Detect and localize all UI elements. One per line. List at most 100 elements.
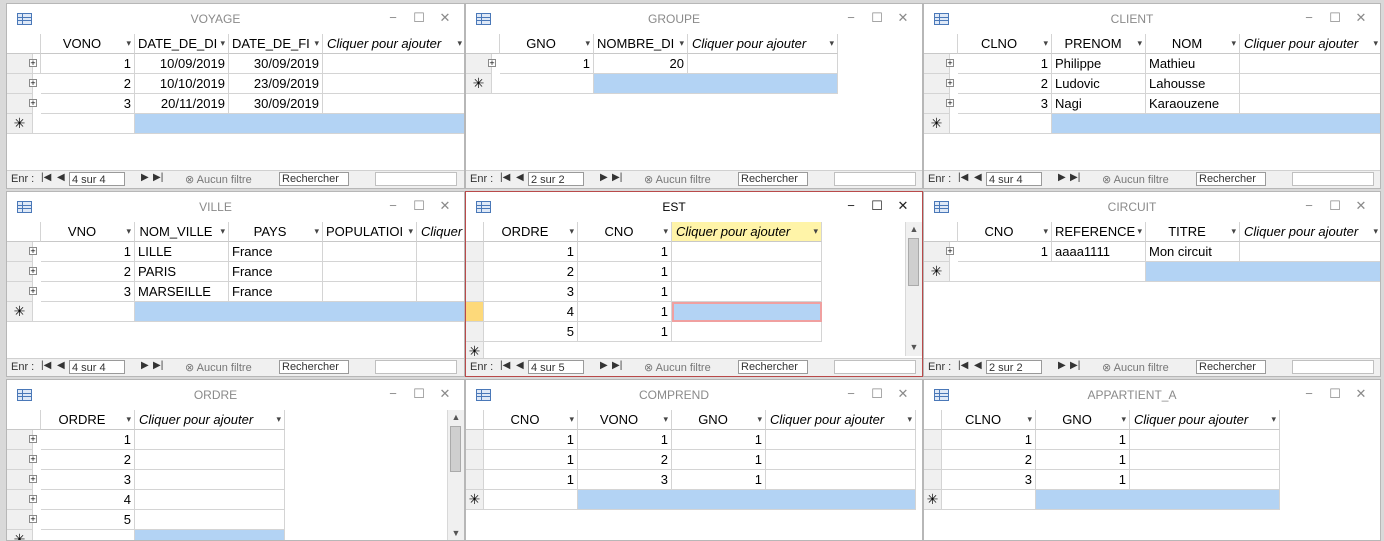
data-cell[interactable] [323,242,417,262]
client-window[interactable]: CLIENT − ☐ ✕ CLNO ▾ PRENOM ▾ NOM ▾ Cliquer po… [923,3,1381,189]
add-column-header[interactable]: Cliquer pour ajouter ▾ [766,410,916,430]
table-row[interactable]: + 1 aaaa1111 Mon circuit [924,242,1380,262]
dropdown-icon[interactable]: ▾ [1121,410,1126,429]
horizontal-scrollbar[interactable] [375,172,457,186]
ville-titlebar[interactable]: VILLE − ☐ ✕ [7,192,464,222]
select-all[interactable] [7,410,41,430]
scroll-thumb[interactable] [450,426,461,472]
row-selector[interactable] [924,450,942,470]
data-cell[interactable] [323,262,417,282]
data-cell[interactable]: 1 [578,430,672,450]
data-cell[interactable]: 1 [942,430,1036,450]
table-row[interactable]: + 1 [7,430,447,450]
vertical-scrollbar[interactable]: ▲ ▼ [905,222,922,356]
column-header[interactable]: ORDRE ▾ [484,222,578,242]
expand-icon[interactable]: + [946,247,954,256]
data-cell[interactable] [417,242,464,262]
maximize-icon[interactable]: ☐ [406,384,432,404]
next-record-button[interactable]: ▶ [600,172,608,183]
dropdown-icon[interactable]: ▾ [126,410,131,429]
add-column-header[interactable]: Cliquer pour ajouter ▾ [1240,222,1380,242]
ordre-window[interactable]: ORDRE − ☐ ✕ ORDRE ▾ Cliquer pour ajouter ▾ +… [6,379,465,541]
expand-icon[interactable]: + [29,435,37,444]
dropdown-icon[interactable]: ▾ [1271,410,1276,429]
add-column-header[interactable]: Cliquer pour ajouter ▾ [1240,34,1380,54]
table-row[interactable]: + 2 [7,450,447,470]
record-number-input[interactable]: 2 sur 2 [528,172,584,186]
close-icon[interactable]: ✕ [432,384,458,404]
new-record-row[interactable]: ✳ [924,114,1380,134]
prev-record-button[interactable]: ◀ [57,360,65,371]
close-icon[interactable]: ✕ [890,384,916,404]
data-cell[interactable] [135,510,285,530]
select-all[interactable] [7,222,41,242]
new-record-icon[interactable]: ✳ [466,490,484,510]
add-column-header[interactable]: Cliquer [417,222,464,242]
data-cell[interactable]: 3 [484,282,578,302]
current-row[interactable]: 4 1 [466,302,906,322]
column-header[interactable]: PRENOM ▾ [1052,34,1146,54]
data-cell[interactable] [1240,74,1380,94]
groupe-titlebar[interactable]: GROUPE − ☐ ✕ [466,4,922,34]
data-cell[interactable]: 5 [484,322,578,342]
horizontal-scrollbar[interactable] [834,172,916,186]
add-column-header[interactable]: Cliquer pour ajouter ▾ [688,34,838,54]
data-cell[interactable] [1036,490,1280,510]
dropdown-icon[interactable]: ▾ [1231,34,1236,53]
minimize-icon[interactable]: − [380,196,406,216]
expand-icon[interactable]: + [29,495,37,504]
data-cell[interactable]: 1 [578,282,672,302]
scroll-down-icon[interactable]: ▼ [906,342,922,352]
dropdown-icon[interactable]: ▾ [757,410,762,429]
data-cell[interactable]: MARSEILLE [135,282,229,302]
column-header[interactable]: VONO ▾ [41,34,135,54]
data-cell[interactable]: 30/09/2019 [229,94,323,114]
dropdown-icon[interactable]: ▾ [220,34,225,53]
dropdown-icon[interactable]: ▾ [569,222,574,241]
search-input[interactable]: Rechercher [1196,360,1266,374]
expand-icon[interactable]: + [29,79,37,88]
data-cell[interactable]: 2 [41,262,135,282]
minimize-icon[interactable]: − [1296,8,1322,28]
prev-record-button[interactable]: ◀ [516,172,524,183]
last-record-button[interactable]: ▶| [153,360,163,371]
data-cell[interactable]: 1 [672,470,766,490]
data-cell[interactable]: 2 [942,450,1036,470]
next-record-button[interactable]: ▶ [600,360,608,371]
column-header[interactable]: PAYS ▾ [229,222,323,242]
data-cell[interactable]: PARIS [135,262,229,282]
first-record-button[interactable]: |◀ [41,172,51,183]
first-record-button[interactable]: |◀ [500,172,510,183]
minimize-icon[interactable]: − [380,8,406,28]
groupe-window[interactable]: GROUPE − ☐ ✕ GNO ▾ NOMBRE_DI ▾ Cliquer pour … [465,3,923,189]
column-header[interactable]: REFERENCE ▾ [1052,222,1146,242]
expand-icon[interactable]: + [29,267,37,276]
data-cell[interactable] [766,450,916,470]
data-cell[interactable]: 3 [41,470,135,490]
prev-record-button[interactable]: ◀ [57,172,65,183]
expand-icon[interactable]: + [488,59,496,68]
data-cell[interactable]: 1 [672,450,766,470]
data-cell[interactable]: Nagi [1052,94,1146,114]
row-selector[interactable] [466,322,484,342]
data-cell[interactable] [1240,54,1380,74]
data-cell[interactable]: 3 [41,282,135,302]
column-header[interactable]: DATE_DE_FI ▾ [229,34,323,54]
last-record-button[interactable]: ▶| [1070,360,1080,371]
minimize-icon[interactable]: − [838,384,864,404]
record-number-input[interactable]: 4 sur 4 [69,360,125,374]
scroll-up-icon[interactable]: ▲ [448,412,464,422]
filter-status[interactable]: ⊗ Aucun filtre [1102,173,1169,186]
column-header[interactable]: VONO ▾ [578,410,672,430]
column-header[interactable]: CNO ▾ [958,222,1052,242]
ordre-titlebar[interactable]: ORDRE − ☐ ✕ [7,380,464,410]
dropdown-icon[interactable]: ▾ [585,34,590,53]
table-row[interactable]: 1 2 1 [466,450,922,470]
data-cell[interactable]: 1 [41,430,135,450]
data-cell[interactable] [672,242,822,262]
column-header[interactable]: NOMBRE_DI ▾ [594,34,688,54]
add-column-header[interactable]: Cliquer pour ajouter ▾ [135,410,285,430]
first-record-button[interactable]: |◀ [500,360,510,371]
circuit-window[interactable]: CIRCUIT − ☐ ✕ CNO ▾ REFERENCE ▾ TITRE ▾ Cliqu… [923,191,1381,377]
data-cell[interactable] [1130,470,1280,490]
